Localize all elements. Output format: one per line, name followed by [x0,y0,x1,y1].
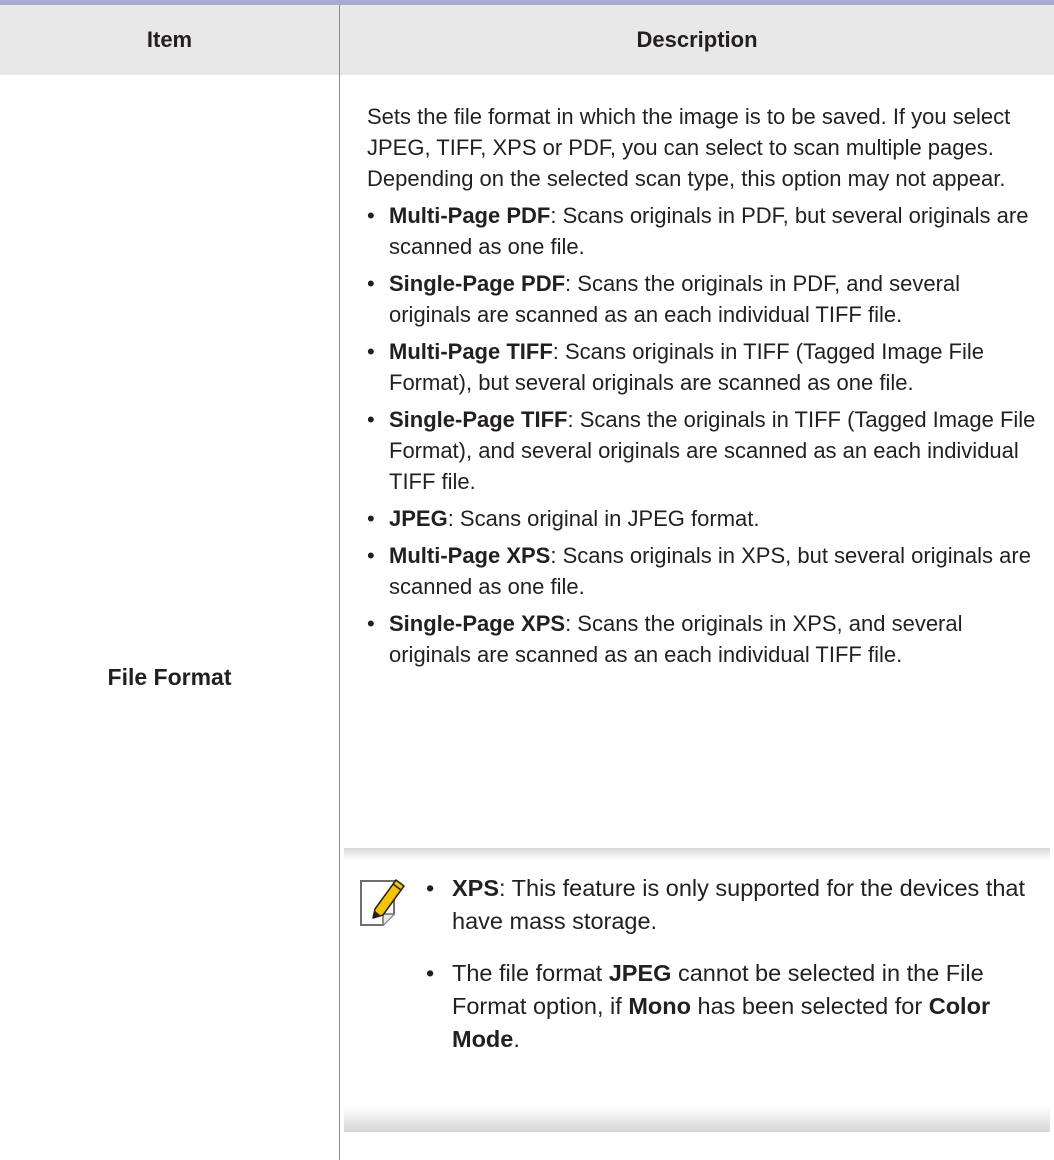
list-item: • Multi-Page TIFF: Scans originals in TIF… [367,336,1043,398]
bullet: • [367,407,375,432]
note-term: JPEG [608,960,672,986]
note-text: has been selected for [690,993,929,1019]
list-item-term: Multi-Page PDF [389,203,551,228]
note-list: • XPS: This feature is only supported for… [426,872,1038,1075]
note-text: : This feature is only supported for the… [452,875,1026,934]
note-term: XPS [452,875,500,901]
bullet: • [367,203,375,228]
description-cell: Sets the file format in which the image … [367,101,1043,676]
format-list: • Multi-Page PDF: Scans originals in PDF,… [367,200,1043,670]
bullet: • [367,339,375,364]
note-term: Mono [628,993,691,1019]
note-text: The file format [452,960,609,986]
list-item: • Single-Page TIFF: Scans the originals i… [367,404,1043,497]
note-item: • XPS: This feature is only supported for… [426,872,1038,938]
note-text: . [513,1026,520,1052]
bullet: • [426,875,435,901]
list-item-term: JPEG [389,506,448,531]
list-item-term: Multi-Page TIFF [389,339,553,364]
bullet: • [367,611,375,636]
header-item: Item [146,27,193,52]
list-item: • Single-Page XPS: Scans the originals in… [367,608,1043,670]
list-item-term: Single-Page TIFF [389,407,568,432]
list-item: • Multi-Page PDF: Scans originals in PDF,… [367,200,1043,262]
bullet: • [367,543,375,568]
list-item: • Multi-Page XPS: Scans originals in XPS,… [367,540,1043,602]
list-item-term: Single-Page PDF [389,271,566,296]
list-item-text: : Scans original in JPEG format. [447,506,760,531]
note-box: • XPS: This feature is only supported for… [344,848,1050,1132]
column-divider [339,5,340,1160]
note-pencil-icon [360,879,405,926]
description-intro: Sets the file format in which the image … [367,104,1011,191]
list-item-term: Multi-Page XPS [389,543,551,568]
bullet: • [426,960,435,986]
bullet: • [367,271,375,296]
row-label-file-format: File Format [107,664,232,690]
table-header: Item Description [0,5,1054,75]
note-item: • The file format JPEG cannot be selected… [426,957,1038,1056]
list-item: • JPEG: Scans original in JPEG format. [367,503,1043,534]
bullet: • [367,506,375,531]
list-item-term: Single-Page XPS [389,611,566,636]
list-item: • Single-Page PDF: Scans the originals in… [367,268,1043,330]
header-description: Description [636,27,758,52]
